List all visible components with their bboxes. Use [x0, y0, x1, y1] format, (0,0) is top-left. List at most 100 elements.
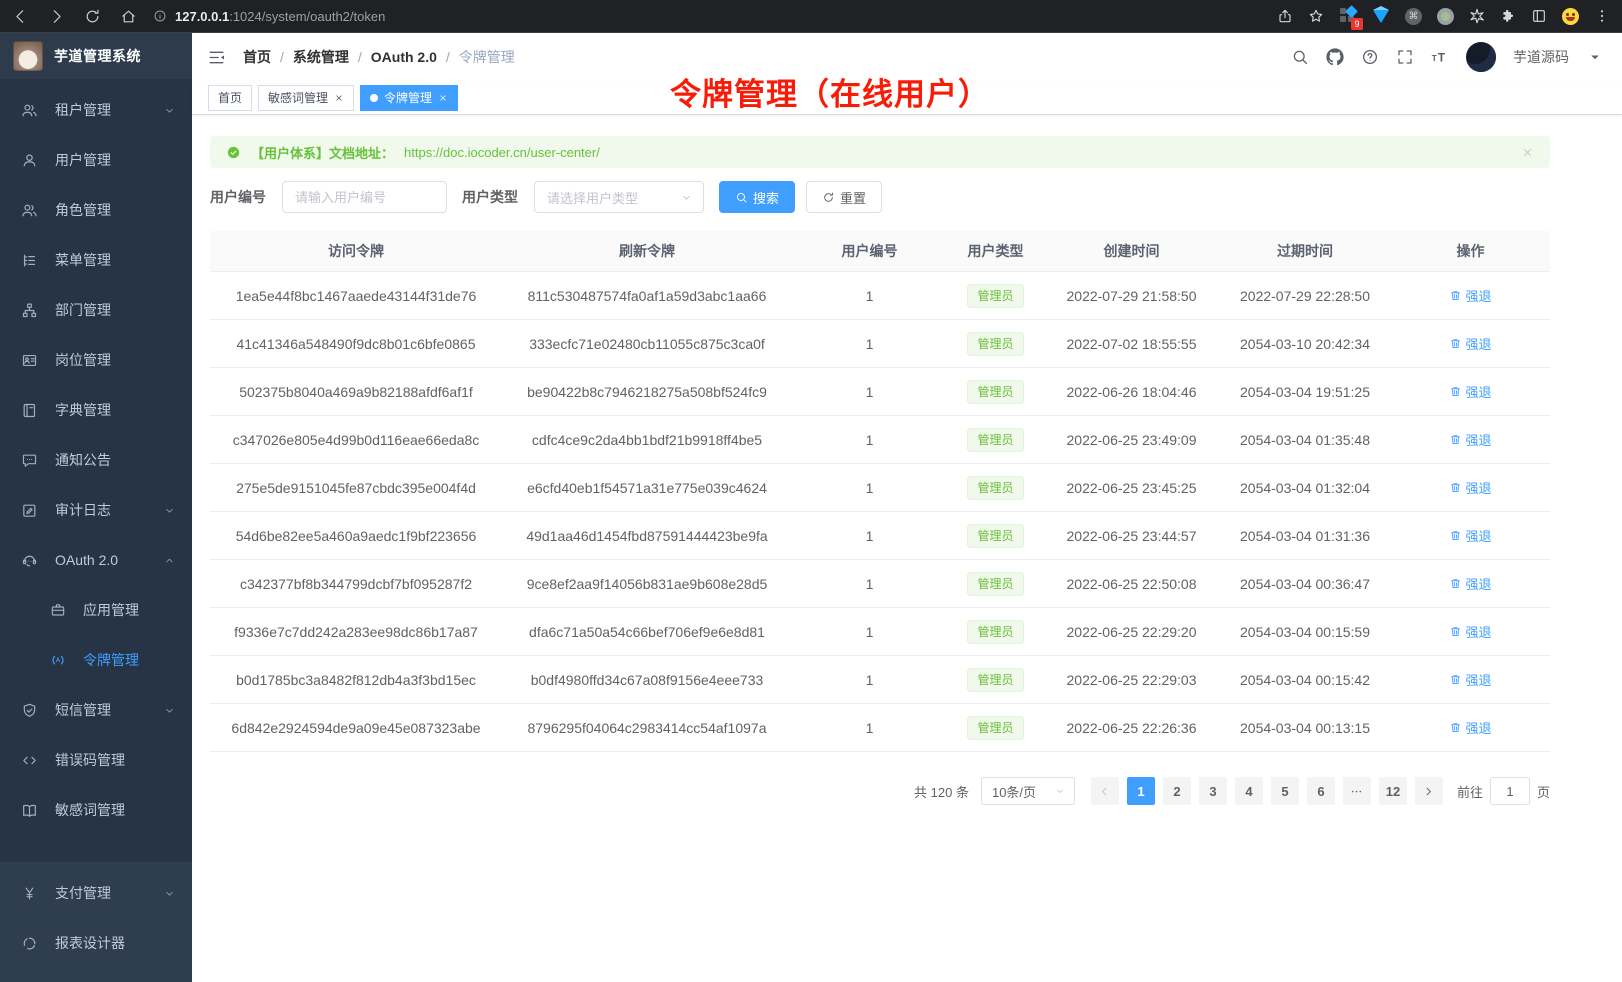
sidebar-item-notice[interactable]: 通知公告 [0, 435, 192, 485]
tab-close-icon[interactable] [438, 93, 448, 103]
page-size-select[interactable]: 10条/页 [981, 777, 1075, 805]
breadcrumb-item[interactable]: 首页 [243, 47, 271, 67]
success-check-icon [226, 145, 241, 160]
breadcrumb-item[interactable]: OAuth 2.0 [371, 49, 437, 65]
sidebar-item-oauth2-token[interactable]: A令牌管理 [0, 635, 192, 685]
pager-next-icon [1422, 785, 1435, 798]
sidebar-item-user[interactable]: 用户管理 [0, 135, 192, 185]
extensions-puzzle-icon[interactable] [1500, 8, 1516, 24]
browser-menu-icon[interactable] [1594, 8, 1610, 24]
force-logout-button[interactable]: 强退 [1449, 286, 1491, 305]
pager-page-button[interactable]: 6 [1307, 777, 1335, 805]
sidebar-item-label: 字典管理 [55, 400, 111, 420]
browser-back-button[interactable] [12, 8, 29, 25]
pager-page-button[interactable]: 1 [1127, 777, 1155, 805]
browser-home-button[interactable] [120, 8, 137, 25]
search-button-label: 搜索 [753, 188, 779, 207]
sidebar-item-oauth2[interactable]: OAuth 2.0 [0, 535, 192, 585]
force-logout-button[interactable]: 强退 [1449, 478, 1491, 497]
sidebar-item-dict[interactable]: 字典管理 [0, 385, 192, 435]
extension-circle-icon[interactable] [1437, 8, 1454, 25]
font-size-icon[interactable]: TT [1431, 48, 1449, 66]
pager-prev-button[interactable] [1091, 777, 1119, 805]
sidebar-item-menu[interactable]: 菜单管理 [0, 235, 192, 285]
sidebar-item-label: 令牌管理 [83, 650, 139, 670]
table-row: b0d1785bc3a8482f812db4a3f3bd15ecb0df4980… [210, 656, 1550, 704]
app-logo[interactable]: 芋道管理系统 [0, 33, 192, 79]
tab-close-icon[interactable] [334, 93, 344, 103]
open-book-icon [21, 802, 38, 819]
pager-page-button[interactable]: 5 [1271, 777, 1299, 805]
cell-user-type: 管理员 [947, 620, 1044, 644]
share-icon[interactable] [1277, 8, 1293, 24]
pager-more-button[interactable] [1343, 777, 1371, 805]
trash-icon [1449, 385, 1462, 398]
url-path: :1024/system/oauth2/token [229, 9, 385, 24]
force-logout-button[interactable]: 强退 [1449, 574, 1491, 593]
browser-forward-button[interactable] [48, 8, 65, 25]
cell-created-time: 2022-07-29 21:58:50 [1044, 288, 1219, 304]
sidebar-item-post[interactable]: 岗位管理 [0, 335, 192, 385]
browser-reload-button[interactable] [84, 8, 101, 25]
force-logout-label: 强退 [1465, 478, 1491, 497]
user-dropdown-caret-icon[interactable] [1586, 48, 1604, 66]
page-info-icon[interactable] [153, 9, 167, 23]
force-logout-button[interactable]: 强退 [1449, 670, 1491, 689]
bookmark-star-icon[interactable] [1308, 8, 1324, 24]
sidebar-item-sensitive-word[interactable]: 敏感词管理 [0, 785, 192, 835]
github-icon[interactable] [1326, 48, 1344, 66]
username[interactable]: 芋道源码 [1513, 47, 1569, 67]
sidebar-item-sms[interactable]: 短信管理 [0, 685, 192, 735]
sidebar-item-dept[interactable]: 部门管理 [0, 285, 192, 335]
tab-home[interactable]: 首页 [208, 85, 252, 111]
force-logout-button[interactable]: 强退 [1449, 622, 1491, 641]
sidebar-item-tenant[interactable]: 租户管理 [0, 85, 192, 135]
search-icon[interactable] [1291, 48, 1309, 66]
force-logout-button[interactable]: 强退 [1449, 334, 1491, 353]
alert-doc-link[interactable]: https://doc.iocoder.cn/user-center/ [404, 145, 600, 160]
sidebar-item-pay[interactable]: 支付管理 [0, 868, 192, 918]
force-logout-button[interactable]: 强退 [1449, 382, 1491, 401]
pager-page-button[interactable]: 3 [1199, 777, 1227, 805]
tab-token[interactable]: 令牌管理 [360, 85, 458, 111]
profile-avatar-icon[interactable] [1562, 8, 1579, 25]
help-icon[interactable] [1361, 48, 1379, 66]
address-bar[interactable]: 127.0.0.1:1024/system/oauth2/token [153, 9, 1277, 24]
tab-groups-icon[interactable] [1531, 8, 1547, 24]
pager-page-button[interactable]: 12 [1379, 777, 1407, 805]
sidebar-toggle-icon[interactable] [207, 48, 226, 67]
force-logout-button[interactable]: 强退 [1449, 526, 1491, 545]
goto-suffix: 页 [1537, 782, 1550, 801]
pager-page-button[interactable]: 4 [1235, 777, 1263, 805]
extension-gem-icon[interactable] [1372, 7, 1390, 25]
extension-grid-icon[interactable]: 9 [1339, 7, 1357, 25]
sidebar-item-label: 敏感词管理 [55, 800, 125, 820]
force-logout-button[interactable]: 强退 [1449, 718, 1491, 737]
goto-page-input[interactable] [1490, 777, 1530, 805]
cell-expire-time: 2054-03-04 00:13:15 [1219, 720, 1391, 736]
pager-page-button[interactable]: 2 [1163, 777, 1191, 805]
force-logout-button[interactable]: 强退 [1449, 430, 1491, 449]
reset-button[interactable]: 重置 [806, 181, 882, 213]
sidebar-item-report-designer[interactable]: 报表设计器 [0, 918, 192, 968]
user-id-input[interactable] [282, 181, 447, 213]
extension-command-icon[interactable]: ⌘ [1405, 8, 1422, 25]
sidebar-item-role[interactable]: 角色管理 [0, 185, 192, 235]
chevron-down-icon [163, 887, 176, 900]
sidebar-item-error-code[interactable]: 错误码管理 [0, 735, 192, 785]
fullscreen-icon[interactable] [1396, 48, 1414, 66]
breadcrumb-item[interactable]: 系统管理 [293, 47, 349, 67]
avatar[interactable] [1466, 42, 1496, 72]
extension-star-icon[interactable] [1469, 8, 1485, 24]
cell-actions: 强退 [1391, 382, 1550, 401]
pager-next-button[interactable] [1415, 777, 1443, 805]
cell-user-id: 1 [792, 384, 947, 400]
tab-sensitive-word[interactable]: 敏感词管理 [258, 85, 354, 111]
cell-actions: 强退 [1391, 478, 1550, 497]
search-button[interactable]: 搜索 [719, 181, 795, 213]
user-type-select[interactable]: 请选择用户类型 [534, 181, 704, 213]
cell-refresh-token: e6cfd40eb1f54571a31e775e039c4624 [502, 480, 792, 496]
alert-close-icon[interactable] [1521, 146, 1534, 159]
sidebar-item-oauth2-app[interactable]: 应用管理 [0, 585, 192, 635]
sidebar-item-audit-log[interactable]: 审计日志 [0, 485, 192, 535]
